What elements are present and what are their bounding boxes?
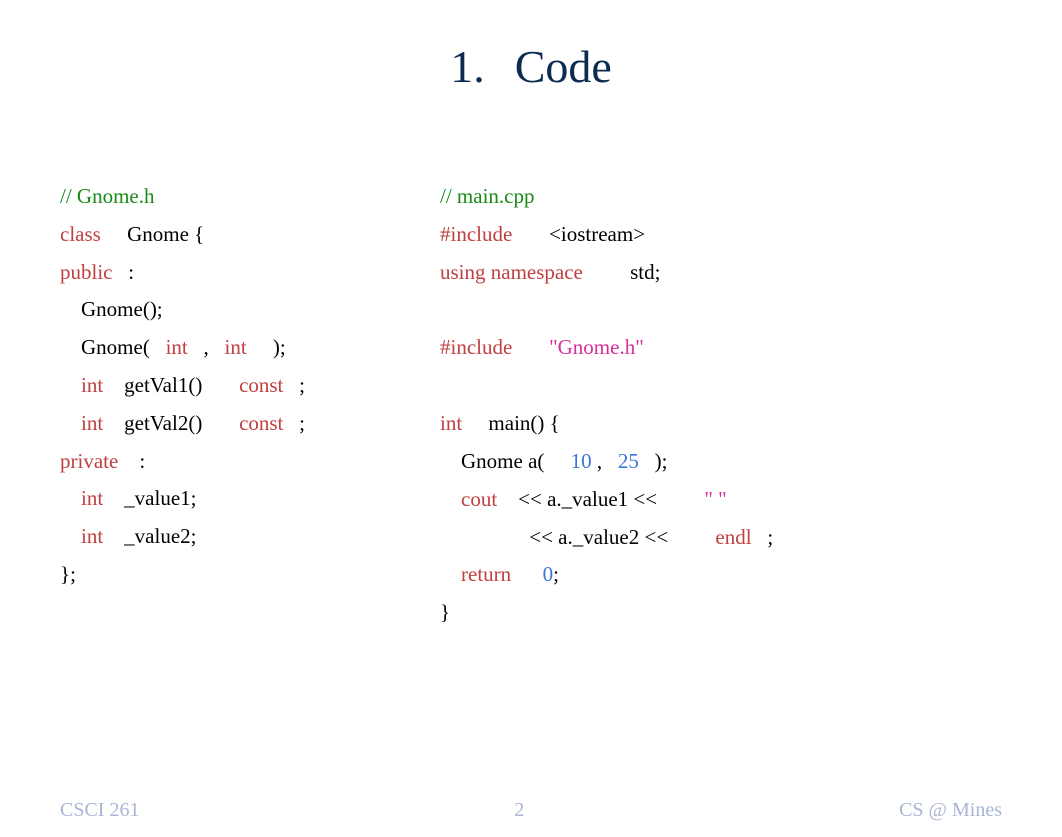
code-text: _value1; — [124, 486, 196, 510]
code-text: << a._value2 << — [529, 525, 668, 549]
keyword: int — [225, 335, 247, 359]
string-literal: " " — [704, 487, 726, 511]
code-text: << a._value1 << — [518, 487, 657, 511]
number-literal: 10 — [571, 449, 592, 473]
number-literal: 25 — [618, 449, 639, 473]
code-text: Gnome { — [127, 222, 204, 246]
code-line: private : — [60, 443, 430, 481]
keyword: int — [440, 411, 462, 435]
code-container: // Gnome.h class Gnome { public : Gnome(… — [0, 178, 1062, 632]
code-line: cout << a._value1 << " " — [440, 481, 1002, 519]
code-text: getVal2() — [124, 411, 202, 435]
keyword: private — [60, 449, 118, 473]
footer-left: CSCI 261 — [60, 799, 139, 822]
number-literal: 0 — [543, 562, 554, 586]
footer-right: CS @ Mines — [899, 799, 1002, 822]
code-line: int _value1; — [60, 480, 430, 518]
keyword: int — [81, 411, 103, 435]
string-literal: "Gnome.h" — [549, 335, 644, 359]
code-text: : — [139, 449, 145, 473]
keyword: class — [60, 222, 101, 246]
keyword: int — [81, 486, 103, 510]
code-line: public : — [60, 254, 430, 292]
comment: // main.cpp — [440, 184, 534, 208]
code-line: } — [440, 594, 1002, 632]
code-text: }; — [60, 562, 76, 586]
keyword: int — [166, 335, 188, 359]
title-number: 1. — [450, 41, 485, 92]
code-line: #include "Gnome.h" — [440, 329, 1002, 367]
code-line: Gnome( int , int ); — [60, 329, 430, 367]
code-line: class Gnome { — [60, 216, 430, 254]
code-text: Gnome( — [60, 335, 150, 359]
code-text: std; — [630, 260, 660, 284]
comment: // Gnome.h — [60, 184, 155, 208]
code-text: , — [204, 335, 209, 359]
code-line: Gnome a( 10 , 25 ); — [440, 443, 1002, 481]
code-text: ; — [767, 525, 773, 549]
code-text: ); — [273, 335, 286, 359]
footer-page-number: 2 — [514, 799, 524, 822]
keyword: const — [239, 373, 283, 397]
code-line: using namespace std; — [440, 254, 1002, 292]
blank-line — [440, 291, 1002, 329]
footer: CSCI 261 2 CS @ Mines — [0, 799, 1062, 822]
keyword: return — [461, 562, 511, 586]
code-line: return 0; — [440, 556, 1002, 594]
title-text: Code — [515, 41, 612, 92]
keyword: int — [81, 524, 103, 548]
code-line: // Gnome.h — [60, 178, 430, 216]
code-text: ); — [655, 449, 668, 473]
keyword: cout — [461, 487, 497, 511]
code-text: ; — [553, 562, 559, 586]
blank-line — [440, 367, 1002, 405]
keyword: int — [81, 373, 103, 397]
code-line: int getVal1() const ; — [60, 367, 430, 405]
code-block-left: // Gnome.h class Gnome { public : Gnome(… — [60, 178, 430, 632]
code-line: << a._value2 << endl ; — [440, 519, 1002, 557]
code-text: Gnome(); — [60, 297, 163, 321]
code-line: int getVal2() const ; — [60, 405, 430, 443]
code-line: }; — [60, 556, 430, 594]
code-text: Gnome a( — [440, 449, 544, 473]
code-text: main() { — [488, 411, 559, 435]
code-text: ; — [299, 373, 305, 397]
code-text: : — [128, 260, 134, 284]
slide-title: 1. Code — [0, 40, 1062, 93]
keyword: #include — [440, 222, 512, 246]
code-line: Gnome(); — [60, 291, 430, 329]
code-text: <iostream> — [549, 222, 645, 246]
keyword: endl — [715, 525, 751, 549]
code-line: int _value2; — [60, 518, 430, 556]
code-line: #include <iostream> — [440, 216, 1002, 254]
code-line: int main() { — [440, 405, 1002, 443]
code-text: getVal1() — [124, 373, 202, 397]
code-text: ; — [299, 411, 305, 435]
keyword: using namespace — [440, 260, 583, 284]
code-text: _value2; — [124, 524, 196, 548]
code-text: } — [440, 600, 450, 624]
code-text: , — [597, 449, 602, 473]
code-block-right: // main.cpp #include <iostream> using na… — [430, 178, 1002, 632]
keyword: #include — [440, 335, 512, 359]
keyword: public — [60, 260, 113, 284]
keyword: const — [239, 411, 283, 435]
code-line: // main.cpp — [440, 178, 1002, 216]
